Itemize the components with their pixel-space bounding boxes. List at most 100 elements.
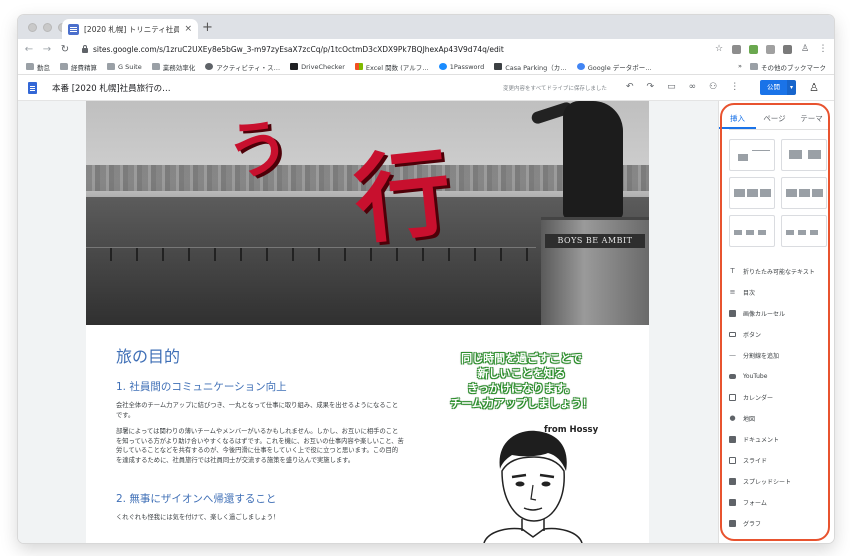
preview-icon[interactable]: ▭ [667, 82, 676, 92]
bookmark-item[interactable]: 経費精算 [60, 62, 97, 72]
close-window-button[interactable] [28, 23, 37, 32]
bookmark-item[interactable]: Excel 関数 (アルフ… [354, 62, 429, 72]
bookmark-item[interactable]: 1Password [438, 63, 484, 71]
redo-icon[interactable]: ↷ [647, 82, 655, 92]
insert-item-button[interactable]: ボタン [729, 324, 831, 345]
insert-item-youtube[interactable]: YouTube [729, 366, 831, 387]
drivechecker-icon [290, 63, 299, 70]
tabs-divider [729, 129, 829, 130]
url-text: sites.google.com/s/1zruC2UXEy8e5bGw_3-m9… [93, 44, 504, 54]
insert-item-chart[interactable]: グラフ [729, 513, 831, 534]
bookmark-item[interactable]: Casa Parking（カ… [494, 62, 567, 72]
tab-themes[interactable]: テーマ [793, 113, 830, 129]
editor-canvas: う 行 BOYS BE AMBIT 旅の目的 1. 社員間のコミュニケーション向… [18, 101, 718, 543]
lock-icon [82, 44, 88, 53]
promo-line: 新しいことを知る [477, 367, 566, 380]
more-vert-icon[interactable]: ⋮ [730, 82, 739, 92]
new-tab-button[interactable]: + [202, 20, 213, 35]
undo-icon[interactable]: ↶ [626, 82, 634, 92]
promo-line: チーム力アップしましょう！ [450, 397, 593, 410]
insert-item-divider[interactable]: — 分割線を追加 [729, 345, 831, 366]
layout-option[interactable] [729, 177, 775, 209]
button-icon [729, 332, 736, 337]
minimize-window-button[interactable] [43, 23, 52, 32]
forward-arrow-icon[interactable]: → [42, 44, 52, 55]
hero-title-char: 行 [349, 135, 457, 258]
eye [541, 481, 551, 487]
tab-pages[interactable]: ページ [756, 113, 793, 129]
chart-icon [729, 520, 736, 527]
profile-icon[interactable]: ♙ [800, 44, 810, 54]
insert-item-sheets[interactable]: スプレッドシート [729, 471, 831, 492]
layout-option[interactable] [781, 139, 827, 171]
shoulders [483, 527, 583, 543]
back-arrow-icon[interactable]: ← [24, 44, 34, 55]
extension-icon[interactable] [732, 44, 741, 54]
bookmark-item[interactable]: G Suite [107, 63, 142, 71]
publish-button[interactable]: 公開 [760, 80, 787, 95]
statue-pedestal: BOYS BE AMBIT [541, 217, 649, 325]
link-icon[interactable]: ∞ [689, 82, 697, 92]
clark-statue: BOYS BE AMBIT [530, 101, 649, 325]
bookmark-item[interactable]: DriveChecker [290, 63, 345, 71]
extension-icon[interactable] [766, 44, 775, 54]
paragraph[interactable]: 会社全体のチーム力アップに結びつき、一丸となって仕事に取り組み、成果を出せるよう… [116, 401, 404, 420]
tab-insert[interactable]: 挿入 [719, 113, 756, 129]
bookmark-item[interactable]: 業務効率化 [151, 62, 195, 72]
account-avatar-icon[interactable]: ♙ [808, 81, 820, 94]
other-bookmarks[interactable]: その他のブックマーク [750, 62, 826, 72]
hero-image[interactable]: う 行 BOYS BE AMBIT [86, 101, 649, 325]
share-icon[interactable]: ⚇ [709, 82, 717, 92]
site-page: う 行 BOYS BE AMBIT 旅の目的 1. 社員間のコミュニケーション向… [86, 101, 649, 543]
casa-parking-icon [494, 63, 503, 70]
layout-option[interactable] [729, 215, 775, 247]
data-portal-icon [576, 63, 585, 70]
sites-header: 本番 [2020 札幌]社員旅行の… 変更内容をすべてドライブに保存しました ↶… [18, 75, 834, 101]
insert-items: T 折りたたみ可能なテキスト ≡ 目次 画像カルーセル ボタン — 分割線を追加 Yo… [729, 261, 831, 534]
address-bar[interactable]: sites.google.com/s/1zruC2UXEy8e5bGw_3-m9… [78, 42, 706, 56]
bookmarks-overflow-button[interactable]: » [738, 62, 742, 72]
layout-option[interactable] [781, 215, 827, 247]
more-vert-icon[interactable]: ⋮ [818, 44, 828, 54]
section-title[interactable]: 2. 無事にザイオンへ帰還すること [116, 491, 276, 506]
activity-icon [205, 63, 214, 70]
insert-item-docs[interactable]: ドキュメント [729, 429, 831, 450]
folder-icon [60, 63, 68, 70]
browser-tab-active[interactable]: [2020 札幌] トリニティ社員旅行 × [62, 19, 198, 39]
portrait-illustration[interactable] [478, 427, 588, 543]
insert-item-calendar[interactable]: カレンダー [729, 387, 831, 408]
extension-icon[interactable] [783, 44, 792, 54]
bookmark-item[interactable]: 勤怠 [26, 62, 50, 72]
insert-item-toc[interactable]: ≡ 目次 [729, 282, 831, 303]
layout-option[interactable] [729, 139, 775, 171]
forms-icon [729, 499, 736, 506]
reload-icon[interactable]: ↻ [60, 44, 70, 55]
layout-option[interactable] [781, 177, 827, 209]
bookmark-item[interactable]: アクティビティ・ス… [205, 62, 280, 72]
insert-item-collapsible-text[interactable]: T 折りたたみ可能なテキスト [729, 261, 831, 282]
publish-button-group: 公開 ▾ [760, 80, 796, 95]
insert-item-map[interactable]: ● 地図 [729, 408, 831, 429]
tab-close-icon[interactable]: × [184, 24, 192, 34]
site-title[interactable]: 本番 [2020 札幌]社員旅行の… [52, 82, 171, 94]
section-title[interactable]: 1. 社員間のコミュニケーション向上 [116, 379, 287, 394]
tab-title: [2020 札幌] トリニティ社員旅行 [84, 24, 180, 34]
publish-dropdown-button[interactable]: ▾ [787, 80, 796, 95]
bookmarks-bar: 勤怠 経費精算 G Suite 業務効率化 アクティビティ・ス… DriveCh… [18, 59, 834, 75]
paragraph[interactable]: 部署によっては関わりの薄いチームやメンバーがいるかもしれません。しかし、お互いに… [116, 427, 404, 465]
browser-toolbar: ← → ↻ sites.google.com/s/1zruC2UXEy8e5bG… [18, 39, 834, 59]
star-icon[interactable]: ☆ [714, 44, 724, 54]
bookmark-item[interactable]: Google データポー… [576, 62, 652, 72]
insert-item-forms[interactable]: フォーム [729, 492, 831, 513]
divider-icon: — [729, 351, 736, 359]
insert-item-slides[interactable]: スライド [729, 450, 831, 471]
promo-message[interactable]: 同じ時間を過ごすことで 新しいことを知る きっかけになります。 チーム力アップし… [424, 351, 619, 411]
folder-icon [26, 63, 34, 70]
bookmarks-overflow: » その他のブックマーク [738, 62, 826, 72]
insert-item-carousel[interactable]: 画像カルーセル [729, 303, 831, 324]
sites-logo-icon[interactable] [28, 81, 37, 94]
insert-side-panel: 挿入 ページ テーマ T 折りたたみ可能なテキスト ≡ 目次 画像カルーセル ボタン… [718, 101, 834, 543]
page-heading[interactable]: 旅の目的 [116, 343, 180, 367]
paragraph[interactable]: くれぐれも怪我には気を付けて、楽しく過ごしましょう！ [116, 513, 404, 523]
extension-icon[interactable] [749, 44, 758, 54]
